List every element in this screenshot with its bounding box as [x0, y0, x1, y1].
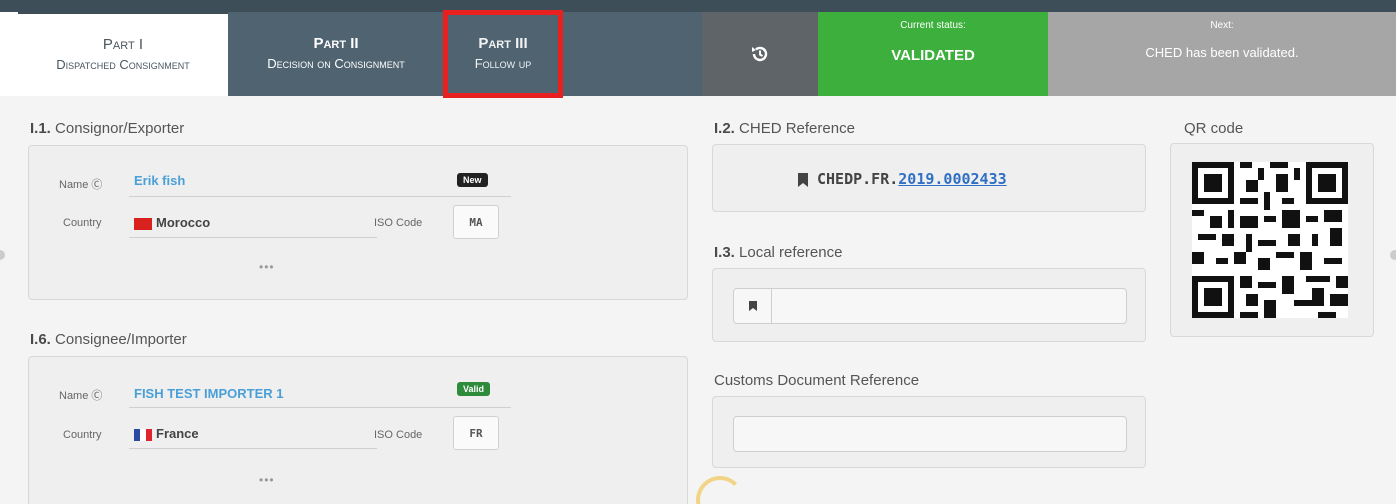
next-status-value: CHED has been validated. [1145, 45, 1299, 60]
consignor-name-value[interactable]: Erik fish [134, 173, 185, 188]
bookmark-icon [798, 173, 808, 187]
tab-part-2-title: Part II [313, 35, 359, 52]
top-tab-bar: Part I Dispatched Consignment Part II De… [0, 0, 1396, 98]
highlight-annotation [443, 10, 563, 98]
consignee-country-text: France [156, 426, 199, 441]
consignor-new-badge: New [457, 173, 488, 187]
consignor-number: I.1. [30, 120, 51, 137]
tab-part-1-title: Part I [102, 36, 144, 53]
local-reference-heading: I.3. Local reference [714, 244, 842, 261]
ched-reference-heading: I.2. CHED Reference [714, 120, 855, 137]
tab-bar-filler [562, 12, 702, 96]
consignor-country-underline [129, 237, 377, 238]
ched-reference-link[interactable]: 2019.0002433 [898, 170, 1006, 188]
consignor-name-label: Name Ⓒ [59, 179, 103, 191]
consignor-country-text: Morocco [156, 215, 211, 230]
ched-reference-panel: CHEDP.FR.2019.0002433 [712, 144, 1146, 212]
consignor-title: Consignor/Exporter [55, 120, 185, 137]
local-reference-number: I.3. [714, 244, 735, 261]
consignee-name-label: Name Ⓒ [59, 390, 103, 402]
consignee-heading: I.6. Consignee/Importer [30, 331, 187, 348]
consignee-country-label: Country [63, 429, 102, 441]
consignee-name-underline [129, 407, 511, 408]
left-edge-marker [0, 250, 5, 260]
local-reference-panel [712, 268, 1146, 342]
consignee-country-value: France [134, 426, 199, 441]
france-flag-icon [134, 428, 152, 441]
consignee-number: I.6. [30, 331, 51, 348]
top-line [0, 0, 1396, 12]
tab-part-2-subtitle: Decision on Consignment [267, 56, 405, 71]
qr-heading: QR code [1184, 120, 1244, 137]
history-button[interactable] [702, 12, 818, 96]
qr-code-image [1192, 162, 1348, 318]
current-status-label: Current status: [900, 20, 966, 31]
consignor-heading: I.1. Consignor/Exporter [30, 120, 184, 137]
customs-reference-panel [712, 396, 1146, 468]
consignor-more-button[interactable]: ••• [259, 260, 275, 274]
loading-spinner-icon [696, 476, 744, 504]
local-reference-title: Local reference [739, 244, 843, 261]
consignee-name-value[interactable]: FISH TEST IMPORTER 1 [134, 386, 284, 401]
history-icon [752, 46, 768, 62]
customs-reference-input[interactable] [733, 416, 1127, 452]
consignor-country-label: Country [63, 217, 102, 229]
consignor-name-underline [129, 196, 511, 197]
next-status: Next: CHED has been validated. [1048, 12, 1396, 96]
bookmark-icon [748, 301, 757, 311]
consignee-valid-badge: Valid [457, 382, 491, 396]
right-edge-marker [1390, 250, 1396, 260]
consignor-country-value: Morocco [134, 215, 210, 230]
morocco-flag-icon [134, 217, 152, 230]
ched-reference-prefix: CHEDP.FR. [817, 170, 899, 188]
tab-part-1-subtitle: Dispatched Consignment [56, 57, 190, 72]
next-status-label: Next: [1210, 20, 1234, 31]
consignee-iso-label: ISO Code [374, 429, 423, 441]
consignee-country-underline [129, 448, 377, 449]
consignee-more-button[interactable]: ••• [259, 473, 275, 487]
local-reference-addon [734, 289, 772, 323]
consignor-iso-label: ISO Code [374, 217, 423, 229]
ched-reference-number: I.2. [714, 120, 735, 137]
consignee-iso-field[interactable]: FR [453, 416, 499, 450]
local-reference-input[interactable] [733, 288, 1127, 324]
consignee-panel: Name Ⓒ FISH TEST IMPORTER 1 Valid Countr… [28, 356, 688, 504]
customs-reference-heading: Customs Document Reference [714, 372, 920, 389]
consignee-title: Consignee/Importer [55, 331, 187, 348]
consignor-iso-field[interactable]: MA [453, 205, 499, 239]
tab-part-1[interactable]: Part I Dispatched Consignment [18, 12, 228, 96]
current-status: Current status: VALIDATED [818, 12, 1048, 96]
consignor-panel: Name Ⓒ Erik fish New Country Morocco ISO… [28, 145, 688, 300]
tab-part-2[interactable]: Part II Decision on Consignment [228, 12, 444, 96]
current-status-value: VALIDATED [891, 47, 975, 64]
ched-reference-value: CHEDP.FR.2019.0002433 [817, 170, 1007, 188]
ched-reference-title: CHED Reference [739, 120, 855, 137]
